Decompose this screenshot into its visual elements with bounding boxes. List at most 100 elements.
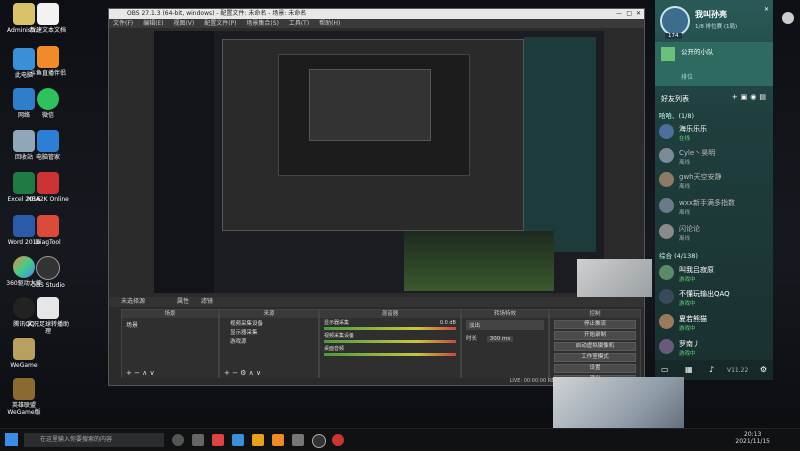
list-item[interactable]: 海乐乐乐 在线 [655, 121, 773, 144]
scenes-dock-title: 场景 [122, 310, 218, 318]
close-icon[interactable]: ✕ [764, 6, 769, 13]
source-item[interactable]: 游戏源 [220, 336, 318, 345]
desktop-icon-wechat[interactable]: 微信 [26, 88, 70, 119]
taskbar-clock[interactable]: 20:13 2021/11/15 [735, 431, 770, 445]
text-file-icon [37, 3, 59, 25]
list-item[interactable]: gwh天空安静 离线 [655, 169, 773, 192]
menu-file[interactable]: 文件(F) [113, 20, 133, 27]
app-icon [37, 297, 59, 319]
virtual-camera-button[interactable]: 启动虚拟摄像机 [554, 342, 636, 351]
team-title: 公开的小队 [681, 48, 714, 56]
obs-icon [36, 256, 60, 280]
mixer-dock: 混音器 显示器采集 视频采集设备 桌面音频 0.0 dB [319, 309, 461, 379]
friend-name: gwh天空安静 [679, 173, 722, 181]
clock-time: 20:13 [744, 431, 762, 438]
desktop-icon-pc-manager[interactable]: 电脑管家 [26, 130, 70, 161]
menu-profile[interactable]: 配置文件(P) [204, 20, 236, 27]
avatar [659, 314, 674, 329]
avatar [659, 339, 674, 354]
source-add-icon[interactable]: + − ⚙ ∧ ∨ [224, 369, 261, 377]
avatar [659, 198, 674, 213]
controls-dock-title: 控制 [550, 310, 640, 318]
douyu-icon[interactable] [272, 434, 284, 446]
gear-icon[interactable]: ⚙ [760, 365, 767, 374]
desktop-icon-pes-assistant[interactable]: 实况足球转播助理 [26, 297, 70, 335]
studio-mode-button[interactable]: 工作室模式 [554, 353, 636, 362]
list-item[interactable]: 叫我吕寂原 游戏中 [655, 262, 773, 285]
maximize-button[interactable]: □ [626, 9, 632, 19]
minimize-button[interactable]: — [616, 9, 622, 19]
avatar [659, 172, 674, 187]
avatar [659, 289, 674, 304]
avatar[interactable] [660, 6, 690, 36]
cortana-icon[interactable] [172, 434, 184, 446]
stop-streaming-button[interactable]: 停止推流 [554, 320, 636, 329]
list-item[interactable]: 不懂玩输出QAQ 游戏中 [655, 286, 773, 309]
desktop-icon-lol-wegame[interactable]: 英雄联盟WeGame版 [2, 378, 46, 416]
side-user-icon[interactable] [782, 12, 794, 24]
filters-button[interactable]: 滤镜 [201, 298, 213, 305]
menu-help[interactable]: 帮助(H) [319, 20, 340, 27]
scene-item[interactable]: 场景 [122, 318, 218, 331]
obs-icon[interactable] [312, 434, 326, 448]
menu-scene-collection[interactable]: 场景集合(S) [246, 20, 279, 27]
duration-input[interactable]: 300 ms [486, 336, 514, 342]
obs-title-bar: OBS 27.1.3 (64-bit, windows) - 配置文件: 未命名… [109, 9, 644, 19]
source-item[interactable]: 视频采集设备 [220, 318, 318, 327]
file-explorer-icon[interactable] [232, 434, 244, 446]
preview-tent-scene [404, 231, 554, 291]
start-recording-button[interactable]: 开始录制 [554, 331, 636, 340]
desktop-icon-douyu[interactable]: 斗鱼直播伴侣 [26, 46, 70, 77]
settings-button[interactable]: 设置 [554, 364, 636, 373]
list-item[interactable]: Cyle丶昊明 离线 [655, 145, 773, 168]
friend-status: 游戏中 [679, 301, 696, 307]
desktop-icon-obs[interactable]: OBS Studio [26, 256, 70, 289]
app-icon[interactable] [332, 434, 344, 446]
transition-select[interactable]: 淡出 [466, 320, 544, 330]
desktop-icon-new-text[interactable]: 新建文本文档 [26, 3, 70, 34]
app-icon[interactable] [252, 434, 264, 446]
obs-window-title: OBS 27.1.3 (64-bit, windows) - 配置文件: 未命名… [127, 10, 307, 17]
friend-name: Cyle丶昊明 [679, 149, 716, 157]
menu-tools[interactable]: 工具(T) [289, 20, 309, 27]
taskbar-search-input[interactable]: 在这里输入你要搜索的内容 [24, 433, 164, 447]
friend-group-header[interactable]: 综合 (4/138) [659, 250, 698, 260]
list-item[interactable]: wxx新手满多指数 离线 [655, 195, 773, 218]
team-card[interactable]: 公开的小队 排位 [655, 42, 773, 86]
transitions-dock: 转场特效 淡出 时长 300 ms [461, 309, 549, 379]
list-item[interactable]: 夏若熊猫 游戏中 [655, 311, 773, 334]
friends-toolbar-icons[interactable]: +▣◉▤ [732, 93, 769, 101]
friend-name: 叫我吕寂原 [679, 266, 714, 274]
desktop-icon-wegame[interactable]: WeGame [2, 338, 46, 369]
team-status: 排位 [681, 74, 694, 81]
preview-nested-obs-3 [309, 69, 431, 141]
desktop-icon-diagtool[interactable]: DiagTool [26, 215, 70, 246]
start-icon[interactable] [5, 433, 18, 446]
properties-button[interactable]: 属性 [177, 298, 189, 305]
shield-icon [37, 130, 59, 152]
list-item[interactable]: 闪论论 离线 [655, 221, 773, 244]
mic-icon[interactable]: ♪ [709, 365, 714, 374]
friend-status: 离线 [679, 236, 691, 242]
task-view-icon[interactable] [192, 434, 204, 446]
app-icon[interactable] [292, 434, 304, 446]
desktop-icon-nba2k[interactable]: NBA2K Online [26, 172, 70, 203]
list-item[interactable]: 罗南丿 游戏中 [655, 336, 773, 359]
close-icon[interactable]: ✕ [636, 9, 641, 19]
preview-nested-obs-2 [278, 54, 470, 176]
obs-preview[interactable] [154, 31, 604, 293]
grid-icon[interactable]: ▦ [685, 365, 693, 374]
menu-edit[interactable]: 编辑(E) [143, 20, 163, 27]
obs-window: OBS 27.1.3 (64-bit, windows) - 配置文件: 未命名… [108, 8, 652, 386]
sources-dock: 来源 视频采集设备 显示器采集 游戏源 + − ⚙ ∧ ∨ [219, 309, 319, 379]
duration-label: 时长 [466, 336, 478, 342]
menu-view[interactable]: 视图(V) [173, 20, 194, 27]
chat-icon[interactable]: ▭ [661, 365, 669, 374]
friend-status: 离线 [679, 160, 691, 166]
source-item[interactable]: 显示器采集 [220, 327, 318, 336]
friends-panel: 174 我叫孙亮 1/8 排位赛 (1局) ✕ 公开的小队 排位 好友列表 +▣… [655, 0, 773, 380]
transitions-dock-title: 转场特效 [462, 310, 548, 318]
friend-group-header[interactable]: 哈哈、(1/8) [659, 110, 694, 120]
browser-icon[interactable] [212, 434, 224, 446]
scene-add-icon[interactable]: + − ∧ ∨ [126, 369, 155, 377]
